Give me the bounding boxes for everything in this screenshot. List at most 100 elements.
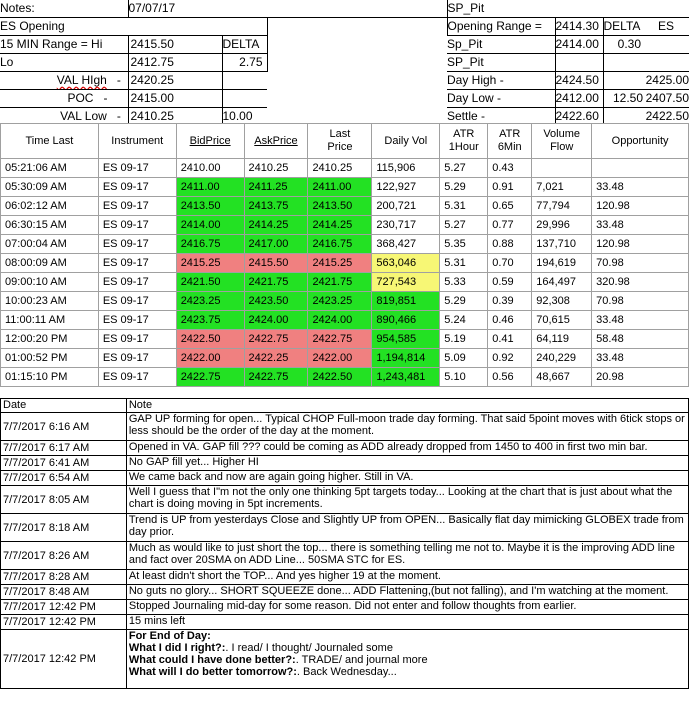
cell-last-price: 2424.00 (307, 310, 373, 330)
dash: - (103, 91, 108, 105)
cell-last-price: 2422.50 (307, 367, 373, 387)
log-entry-note: Much as would like to just short the top… (125, 541, 689, 570)
grid-row[interactable]: 01:00:52 PM ES 09-17 2422.00 2422.25 2422.00… (0, 348, 689, 368)
log-entry[interactable]: 7/7/2017 8:05 AM Well I guess that I"m no… (0, 485, 689, 514)
log-entry-summary[interactable]: 7/7/2017 12:42 PM For End of Day: What I d… (0, 629, 689, 689)
grid-row[interactable]: 09:00:10 AM ES 09-17 2421.50 2421.75 2421.75… (0, 272, 689, 292)
grid-row[interactable]: 01:15:10 PM ES 09-17 2422.75 2422.75 2422.50… (0, 367, 689, 387)
cell-daily-vol: 954,585 (371, 329, 441, 349)
cell-daily-vol: 819,851 (371, 291, 441, 311)
log-entry-date: 7/7/2017 8:05 AM (0, 485, 127, 514)
cell-instrument: ES 09-17 (97, 196, 177, 216)
cell-opportunity: 70.98 (591, 291, 689, 311)
col-daily-vol[interactable]: Daily Vol (371, 123, 441, 159)
grid-row[interactable]: 08:00:09 AM ES 09-17 2415.25 2415.50 2415.25… (0, 253, 689, 273)
cell-ask-price: 2415.50 (243, 253, 309, 273)
notes-log: Date Note 7/7/2017 6:16 AM GAP UP forming… (0, 398, 689, 689)
opening-range-delta-label: DELTA (602, 17, 643, 36)
opening-range-label: Opening Range = (447, 19, 542, 33)
cell-instrument: ES 09-17 (97, 177, 177, 197)
grid-row[interactable]: 05:30:09 AM ES 09-17 2411.00 2411.25 2411.00… (0, 177, 689, 197)
cell-daily-vol: 1,243,481 (371, 367, 441, 387)
poc-value: 2415.00 (127, 89, 222, 108)
grid-row[interactable]: 05:21:06 AM ES 09-17 2410.00 2410.25 2410.25… (0, 158, 689, 178)
cell-time-last: 12:00:20 PM (0, 329, 99, 349)
log-entry-date: 7/7/2017 8:26 AM (0, 541, 127, 570)
day-high-es: 2425.00 (643, 71, 689, 90)
cell-atr-6min: 0.43 (487, 158, 533, 178)
col-atr-1hour[interactable]: ATR 1Hour (439, 123, 489, 159)
cell-daily-vol: 890,466 (371, 310, 441, 330)
sp-pit-label: SP_Pit (447, 0, 689, 18)
col-volume-flow[interactable]: Volume Flow (531, 123, 593, 159)
cell-atr-6min: 0.46 (487, 310, 533, 330)
col-atr-6min[interactable]: ATR 6Min (487, 123, 533, 159)
log-note-header: Note (125, 398, 689, 413)
col-bid-price[interactable]: BidPrice (175, 123, 245, 159)
summary-q2: What could I have done better?: (128, 654, 296, 666)
cell-ask-price: 2422.75 (243, 367, 309, 387)
log-entry[interactable]: 7/7/2017 12:42 PM 15 mins left (0, 614, 689, 630)
cell-opportunity: 33.48 (591, 348, 689, 368)
grid-row[interactable]: 11:00:11 AM ES 09-17 2423.75 2424.00 2424.00… (0, 310, 689, 330)
log-entry[interactable]: 7/7/2017 6:54 AM We came back and now are… (0, 470, 689, 486)
log-entry-note: 15 mins left (125, 614, 689, 630)
log-entry[interactable]: 7/7/2017 8:26 AM Much as would like to ju… (0, 541, 689, 570)
cell-ask-price: 2417.00 (243, 234, 309, 254)
summary-a1: . I read/ I thought/ Journaled some (225, 642, 393, 654)
sp-pit-delta: 0.30 (602, 35, 643, 54)
day-low-delta: 12.50 (602, 89, 643, 108)
cell-volume-flow: 137,710 (531, 234, 593, 254)
sp-pit-value: 2414.00 (554, 35, 603, 54)
cell-bid-price: 2411.00 (175, 177, 245, 197)
grid-row[interactable]: 06:02:12 AM ES 09-17 2413.50 2413.75 2413.50… (0, 196, 689, 216)
cell-volume-flow: 64,119 (531, 329, 593, 349)
log-entry[interactable]: 7/7/2017 6:16 AM GAP UP forming for open.… (0, 412, 689, 441)
log-entry[interactable]: 7/7/2017 8:48 AM No guts no glory... SHOR… (0, 584, 689, 600)
summary-q3: What will I do better tomorrow?: (128, 666, 297, 678)
log-entry[interactable]: 7/7/2017 6:41 AM No GAP fill yet... Highe… (0, 455, 689, 471)
grid-row[interactable]: 10:00:23 AM ES 09-17 2423.25 2423.50 2423.25… (0, 291, 689, 311)
cell-atr-1hour: 5.31 (439, 253, 489, 273)
cell-instrument: ES 09-17 (97, 348, 177, 368)
cell-atr-1hour: 5.35 (439, 234, 489, 254)
cell-volume-flow: 29,996 (531, 215, 593, 235)
cell-opportunity: 20.98 (591, 367, 689, 387)
cell-atr-1hour: 5.24 (439, 310, 489, 330)
cell-instrument: ES 09-17 (97, 158, 177, 178)
log-entry[interactable]: 7/7/2017 8:28 AM At least didn't short th… (0, 569, 689, 585)
cell-atr-1hour: 5.10 (439, 367, 489, 387)
log-entry-note: Stopped Journaling mid-day for some reas… (125, 599, 689, 615)
cell-time-last: 01:00:52 PM (0, 348, 99, 368)
grid-row[interactable]: 06:30:15 AM ES 09-17 2414.00 2414.25 2414.25… (0, 215, 689, 235)
opening-range-value: 2414.30 (554, 17, 603, 36)
cell-opportunity: 58.48 (591, 329, 689, 349)
log-entry[interactable]: 7/7/2017 6:17 AM Opened in VA. GAP fill ?… (0, 440, 689, 456)
cell-volume-flow: 194,619 (531, 253, 593, 273)
col-last-price[interactable]: Last Price (307, 123, 373, 159)
log-entry-date: 7/7/2017 8:48 AM (0, 584, 127, 600)
cell-bid-price: 2422.75 (175, 367, 245, 387)
col-instrument[interactable]: Instrument (97, 123, 177, 159)
grid-row[interactable]: 07:00:04 AM ES 09-17 2416.75 2417.00 2416.75… (0, 234, 689, 254)
cell-atr-1hour: 5.31 (439, 196, 489, 216)
grid-row[interactable]: 12:00:20 PM ES 09-17 2422.50 2422.75 2422.75… (0, 329, 689, 349)
cell-last-price: 2411.00 (307, 177, 373, 197)
log-entry-date: 7/7/2017 12:42 PM (0, 614, 127, 630)
log-entry-date: 7/7/2017 8:18 AM (0, 513, 127, 542)
cell-instrument: ES 09-17 (97, 234, 177, 254)
cell-time-last: 11:00:11 AM (0, 310, 99, 330)
header-panel: Notes: 07/07/17 SP_Pit ES Opening Openin… (0, 0, 689, 126)
log-entry-date: 7/7/2017 12:42 PM (0, 629, 127, 689)
log-entry-date: 7/7/2017 6:41 AM (0, 455, 127, 471)
cell-time-last: 08:00:09 AM (0, 253, 99, 273)
cell-atr-1hour: 5.27 (439, 158, 489, 178)
log-entry[interactable]: 7/7/2017 12:42 PM Stopped Journaling mid-… (0, 599, 689, 615)
col-ask-price[interactable]: AskPrice (243, 123, 309, 159)
col-time-last[interactable]: Time Last (0, 123, 99, 159)
col-opportunity[interactable]: Opportunity (591, 123, 689, 159)
log-entry-date: 7/7/2017 6:54 AM (0, 470, 127, 486)
log-entry[interactable]: 7/7/2017 8:18 AM Trend is UP from yesterd… (0, 513, 689, 542)
cell-volume-flow: 48,667 (531, 367, 593, 387)
cell-time-last: 06:30:15 AM (0, 215, 99, 235)
